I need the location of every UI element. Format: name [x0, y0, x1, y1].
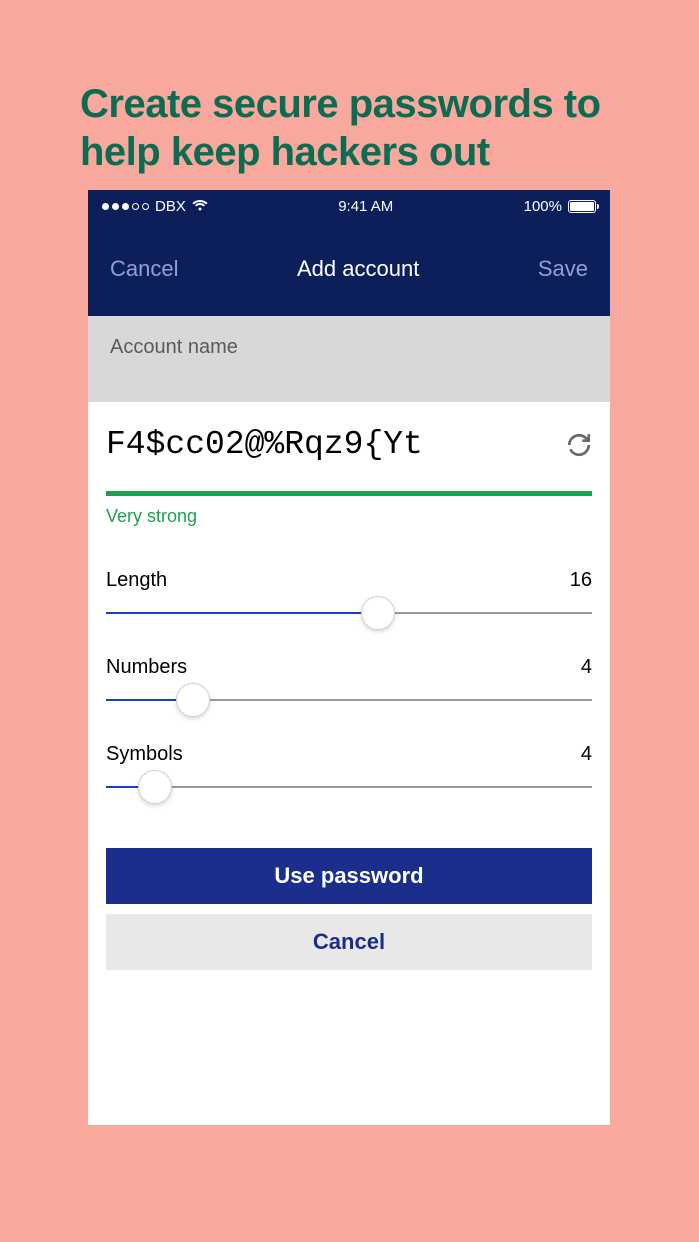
wifi-icon: [192, 200, 208, 212]
length-slider[interactable]: [106, 612, 592, 614]
length-value: 16: [570, 569, 592, 592]
use-password-button[interactable]: Use password: [106, 848, 592, 904]
signal-dots-icon: [102, 203, 149, 210]
numbers-label: Numbers: [106, 656, 187, 679]
numbers-value: 4: [581, 656, 592, 679]
status-bar: DBX 9:41 AM 100%: [88, 190, 610, 222]
length-label: Length: [106, 569, 167, 592]
password-generator-panel: F4$cc02@%Rqz9{Yt Very strong Length 16 N…: [88, 402, 610, 1004]
phone-frame: DBX 9:41 AM 100% Cancel Add account Save…: [88, 190, 610, 1125]
numbers-slider[interactable]: [106, 699, 592, 701]
symbols-value: 4: [581, 743, 592, 766]
cancel-button[interactable]: Cancel: [110, 256, 178, 282]
save-button[interactable]: Save: [538, 256, 588, 282]
numbers-slider-group: Numbers 4: [106, 656, 592, 701]
symbols-slider[interactable]: [106, 786, 592, 788]
carrier-label: DBX: [155, 198, 186, 215]
battery-percent: 100%: [524, 198, 562, 215]
strength-label: Very strong: [106, 506, 592, 527]
symbols-label: Symbols: [106, 743, 183, 766]
length-slider-group: Length 16: [106, 569, 592, 614]
page-title: Add account: [297, 256, 419, 282]
nav-bar: Cancel Add account Save: [88, 222, 610, 316]
refresh-icon[interactable]: [566, 432, 592, 458]
strength-bar: [106, 491, 592, 496]
marketing-headline: Create secure passwords to help keep hac…: [80, 80, 619, 176]
generator-cancel-button[interactable]: Cancel: [106, 914, 592, 970]
account-name-label: Account name: [88, 316, 610, 402]
symbols-slider-group: Symbols 4: [106, 743, 592, 788]
generated-password: F4$cc02@%Rqz9{Yt: [106, 426, 423, 463]
time-label: 9:41 AM: [338, 198, 393, 215]
battery-icon: [568, 200, 596, 213]
